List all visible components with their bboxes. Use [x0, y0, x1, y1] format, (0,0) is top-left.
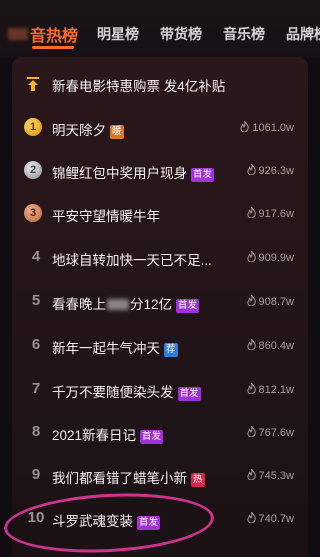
flame-icon — [246, 339, 256, 350]
heat-value: 926.3w — [258, 165, 294, 177]
heat-value: 860.4w — [258, 340, 294, 352]
item-title: 我们都看错了蜡笔小新 — [52, 471, 187, 486]
heat-value: 908.7w — [258, 296, 294, 308]
rank-number: 4 — [31, 248, 41, 265]
list-item[interactable]: 6 新年一起牛气冲天荐 860.4w — [12, 325, 308, 369]
tab-star-list[interactable]: 明星榜 — [97, 24, 139, 44]
flame-icon — [246, 469, 256, 480]
list-item[interactable]: 1 明天除夕暖 1061.0w — [12, 107, 308, 151]
tab-sales-list[interactable]: 带货榜 — [160, 24, 202, 44]
flame-icon — [240, 121, 250, 132]
rank-number: 10 — [27, 509, 45, 526]
tab-bar: 音热榜 明星榜 带货榜 音乐榜 品牌榜 — [0, 0, 320, 58]
gold-medal-icon: 1 — [24, 118, 42, 136]
list-item[interactable]: 5 看春晚上 分12亿 首发 908.7w — [12, 281, 308, 325]
pin-top-icon — [25, 76, 41, 92]
item-title: 平安守望情暖牛年 — [52, 209, 160, 224]
tab-brand-list[interactable]: 品牌榜 — [286, 24, 320, 44]
first-release-badge: 首发 — [176, 299, 200, 313]
flame-icon — [246, 295, 256, 306]
item-title: 明天除夕 — [52, 123, 106, 138]
heat-value: 767.6w — [258, 427, 294, 439]
tab-hot-list[interactable]: 音热榜 — [30, 22, 78, 46]
flame-icon — [246, 426, 256, 437]
flame-icon — [246, 383, 256, 394]
list-item[interactable]: 2 锦鲤红包中奖用户现身 首发 926.3w — [12, 150, 308, 194]
item-title: 新年一起牛气冲天 — [52, 341, 160, 356]
recommend-badge: 荐 — [164, 343, 178, 357]
bronze-medal-icon: 3 — [24, 204, 42, 222]
redacted-tab-prefix — [8, 28, 28, 40]
first-release-badge: 首发 — [140, 430, 164, 444]
list-item[interactable]: 8 2021新春日记 首发 767.6w — [12, 412, 308, 456]
pinned-list-item[interactable]: 新春电影特惠购票 发4亿补贴 — [12, 63, 308, 107]
rank-number: 6 — [31, 336, 41, 353]
tab-music-list[interactable]: 音乐榜 — [223, 24, 265, 44]
redacted-text — [107, 299, 129, 310]
pinned-title: 新春电影特惠购票 发4亿补贴 — [52, 79, 226, 94]
warm-badge: 暖 — [110, 125, 124, 139]
flame-icon — [246, 164, 256, 175]
item-title: 地球自转加快一天已不足... — [52, 253, 212, 268]
heat-value: 917.6w — [258, 208, 294, 220]
heat-value: 745.3w — [258, 470, 294, 482]
item-title: 斗罗武魂变装 — [52, 514, 133, 529]
rank-number: 8 — [31, 423, 41, 440]
item-title: 2021新春日记 — [52, 428, 137, 443]
heat-value: 812.1w — [258, 384, 294, 396]
item-title: 千万不要随便染头发 — [52, 385, 174, 400]
heat-value: 1061.0w — [252, 122, 294, 134]
list-item[interactable]: 3 平安守望情暖牛年 917.6w — [12, 193, 308, 237]
heat-value: 909.9w — [258, 252, 294, 264]
item-title-prefix: 看春晚上 — [52, 297, 106, 312]
rank-number: 9 — [31, 466, 41, 483]
item-title: 锦鲤红包中奖用户现身 — [52, 166, 187, 181]
silver-medal-icon: 2 — [24, 161, 42, 179]
item-title-suffix: 分12亿 — [130, 297, 173, 312]
hot-badge: 热 — [191, 473, 205, 487]
first-release-badge: 首发 — [191, 168, 215, 182]
flame-icon — [246, 251, 256, 262]
list-item[interactable]: 10 斗罗武魂变装 首发 740.7w — [12, 498, 308, 542]
active-tab-indicator — [32, 46, 74, 49]
list-item[interactable]: 9 我们都看错了蜡笔小新热 745.3w — [12, 455, 308, 499]
list-item[interactable]: 7 千万不要随便染头发 首发 812.1w — [12, 369, 308, 413]
first-release-badge: 首发 — [137, 516, 161, 530]
flame-icon — [246, 512, 256, 523]
list-item[interactable]: 4 地球自转加快一天已不足... 909.9w — [12, 237, 308, 281]
rank-number: 7 — [31, 380, 41, 397]
first-release-badge: 首发 — [177, 387, 201, 401]
flame-icon — [246, 207, 256, 218]
rank-number: 5 — [31, 292, 41, 309]
heat-value: 740.7w — [258, 513, 294, 525]
